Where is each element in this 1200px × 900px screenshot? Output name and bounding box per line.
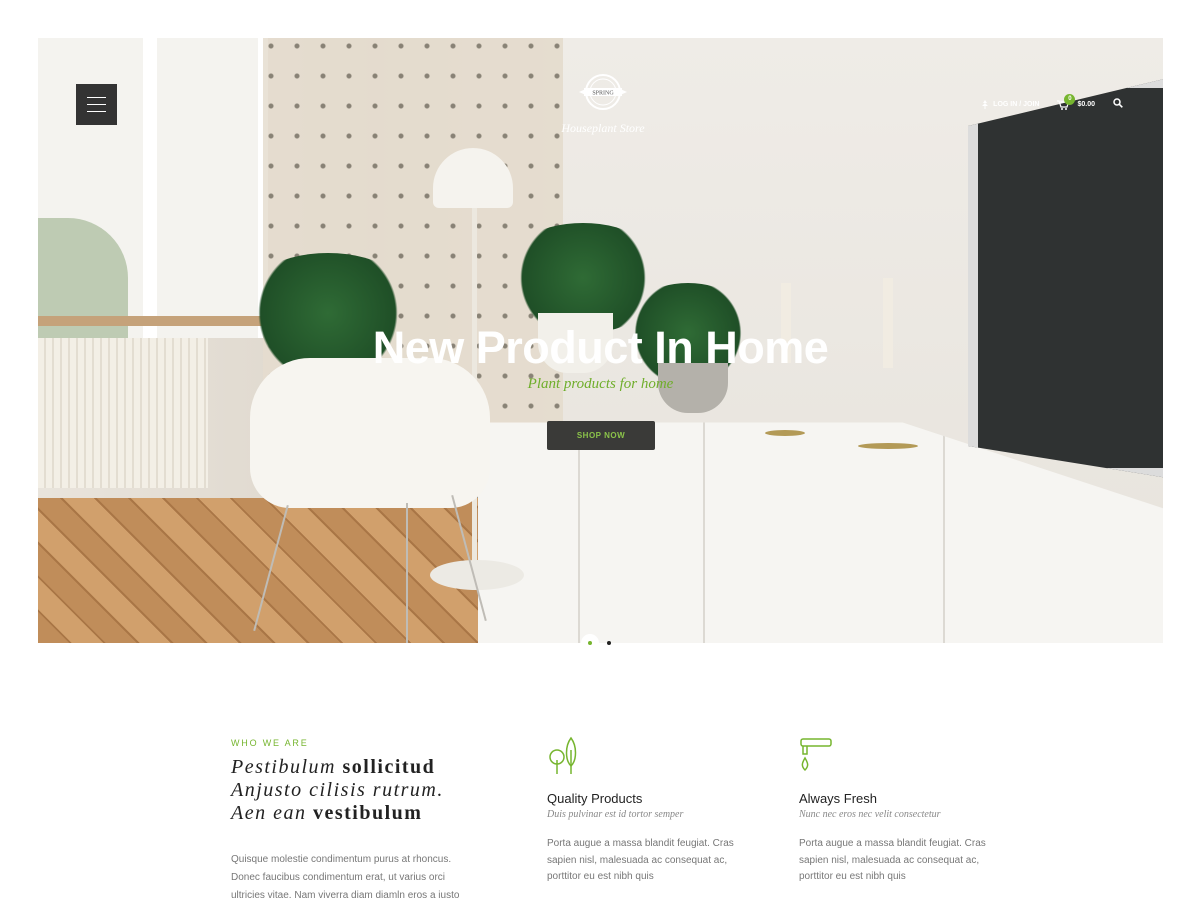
trees-icon [549,736,577,774]
heading-line3-italic: Aen ean [231,802,313,824]
feature-body: Porta augue a massa blandit feugiat. Cra… [547,838,734,882]
slide-dot-1[interactable] [581,634,599,652]
feature-subtitle: Duis pulvinar est id tortor semper [547,809,684,820]
water-tap-icon [800,738,832,772]
heading-line1-bold: sollicitud [342,756,436,778]
login-label: LOG IN / JOIN [993,100,1040,108]
site-logo[interactable]: SPRING Houseplant Store [548,72,658,136]
svg-text:SPRING: SPRING [592,91,614,97]
slide-dot-2[interactable] [607,641,611,645]
brand-tagline: Houseplant Store [561,121,645,135]
heading-line2: Anjusto cilisis rutrum. [231,779,444,801]
cart-count-badge: 0 [1064,93,1076,105]
cart-total: $0.00 [1077,100,1095,108]
hamburger-menu-button[interactable] [76,84,117,125]
feature-title: Quality Products [547,791,643,806]
search-icon [1113,98,1123,108]
feature-subtitle: Nunc nec eros nec velit consectetur [799,809,941,820]
slider-pagination [581,634,611,652]
user-icon [982,99,989,109]
about-section: WHO WE ARE Pestibulum sollicitud Anjusto… [231,738,481,900]
shop-now-button[interactable]: SHOP NOW [547,421,655,450]
hero-title: New Product In Home [372,322,829,373]
logo-badge-icon: SPRING [579,74,627,110]
feature-title: Always Fresh [799,791,878,806]
section-eyebrow: WHO WE ARE [231,738,309,748]
hero-slider: SPRING Houseplant Store LOG IN / JOIN 0 … [38,38,1163,643]
about-body: Quisque molestie condimentum purus at rh… [231,854,460,900]
heading-line1-italic: Pestibulum [231,756,343,778]
heading-line3-bold: vestibulum [312,802,423,824]
cart-button[interactable]: 0 $0.00 [1057,93,1095,110]
feature-body: Porta augue a massa blandit feugiat. Cra… [799,838,986,882]
feature-quality-products: Quality Products Duis pulvinar est id to… [547,736,747,886]
search-button[interactable] [1113,98,1123,110]
login-link[interactable]: LOG IN / JOIN [981,99,1040,109]
top-navigation: LOG IN / JOIN 0 $0.00 [981,93,1123,110]
hero-subtitle: Plant products for home [527,376,674,392]
about-heading: Pestibulum sollicitud Anjusto cilisis ru… [231,756,481,825]
feature-always-fresh: Always Fresh Nunc nec eros nec velit con… [799,736,999,886]
